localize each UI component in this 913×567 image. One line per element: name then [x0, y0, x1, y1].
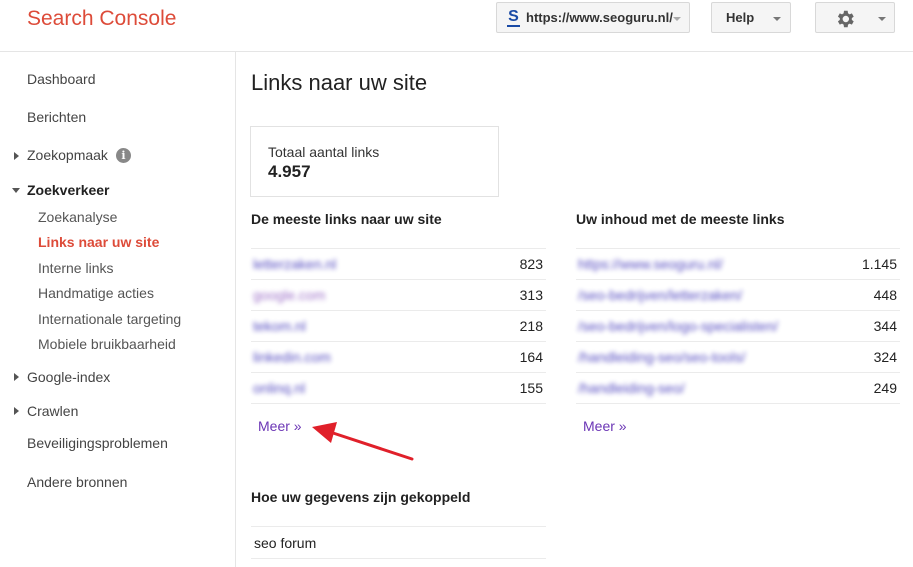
- sidebar-nav: Dashboard Berichten Zoekopmaak i Zoekverk…: [0, 52, 236, 567]
- domain-link[interactable]: tekom.nl: [253, 318, 306, 334]
- total-links-value: 4.957: [268, 162, 311, 181]
- table-row: letterzaken.nl 823: [251, 249, 546, 280]
- page-link[interactable]: https://www.seoguru.nl/: [578, 256, 723, 272]
- content-links-table: https://www.seoguru.nl/ 1.145 /seo-bedri…: [576, 248, 900, 404]
- sidebar-item-beveiligingsproblemen[interactable]: Beveiligingsproblemen: [27, 435, 168, 451]
- sidebar-item-zoekverkeer[interactable]: Zoekverkeer: [27, 182, 110, 198]
- link-count: 164: [519, 349, 543, 365]
- meer-link-domains[interactable]: Meer »: [258, 418, 302, 434]
- sidebar-item-crawlen[interactable]: Crawlen: [27, 403, 78, 419]
- sidebar-item-links-naar-uw-site[interactable]: Links naar uw site: [38, 234, 159, 250]
- page-link[interactable]: /handleiding-seo/seo-tools/: [578, 349, 745, 365]
- sidebar-item-berichten[interactable]: Berichten: [27, 109, 86, 125]
- expand-arrow-icon[interactable]: [14, 407, 19, 415]
- sidebar-item-zoekanalyse[interactable]: Zoekanalyse: [38, 209, 117, 225]
- sidebar-item-google-index[interactable]: Google-index: [27, 369, 110, 385]
- anchor-text: seo forum: [254, 535, 317, 551]
- top-bar: Search Console S https://www.seoguru.nl/…: [0, 0, 913, 52]
- chevron-down-icon: [878, 17, 886, 21]
- page-title: Links naar uw site: [251, 70, 428, 95]
- domain-link[interactable]: letterzaken.nl: [253, 256, 336, 272]
- table-row: tekom.nl 218: [251, 311, 546, 342]
- table-row: /seo-bedrijven/letterzaken/ 448: [576, 280, 900, 311]
- table-row: /seo-bedrijven/logo-specialisten/ 344: [576, 311, 900, 342]
- help-label: Help: [726, 10, 755, 25]
- total-links-card: Totaal aantal links 4.957: [250, 126, 499, 197]
- meer-link-content[interactable]: Meer »: [583, 418, 627, 434]
- link-count: 313: [519, 287, 543, 303]
- anchor-text-title: Hoe uw gegevens zijn gekoppeld: [251, 489, 471, 505]
- info-icon[interactable]: i: [115, 148, 131, 163]
- table-row: /handleiding-seo/ 249: [576, 373, 900, 404]
- link-count: 324: [873, 349, 897, 365]
- anchor-text-table: seo forum: [251, 526, 546, 559]
- page-link[interactable]: /seo-bedrijven/letterzaken/: [578, 287, 742, 303]
- help-button[interactable]: Help: [711, 2, 791, 33]
- table-row: seo forum: [251, 527, 546, 559]
- most-links-title: De meeste links naar uw site: [251, 211, 442, 227]
- sidebar-item-mobiele-bruikbaarheid[interactable]: Mobiele bruikbaarheid: [38, 336, 176, 352]
- link-count: 218: [519, 318, 543, 334]
- link-count: 823: [519, 256, 543, 272]
- site-favicon-icon: S: [507, 8, 520, 27]
- sidebar-item-internationale-targeting[interactable]: Internationale targeting: [38, 311, 181, 327]
- domain-link[interactable]: google.com: [253, 287, 325, 303]
- sidebar-item-interne-links[interactable]: Interne links: [38, 260, 113, 276]
- link-count: 344: [873, 318, 897, 334]
- link-count: 249: [873, 380, 897, 396]
- content-links-title: Uw inhoud met de meeste links: [576, 211, 785, 227]
- link-count: 155: [519, 380, 543, 396]
- site-url: https://www.seoguru.nl/: [526, 10, 673, 25]
- gear-icon: [837, 10, 854, 28]
- page-link[interactable]: /handleiding-seo/: [578, 380, 685, 396]
- expand-arrow-icon[interactable]: [14, 152, 19, 160]
- sidebar-item-andere-bronnen[interactable]: Andere bronnen: [27, 474, 127, 490]
- main-content: Links naar uw site Totaal aantal links 4…: [236, 52, 913, 567]
- table-row: google.com 313: [251, 280, 546, 311]
- domain-link[interactable]: onlinq.nl: [253, 380, 305, 396]
- link-count: 448: [873, 287, 897, 303]
- table-row: https://www.seoguru.nl/ 1.145: [576, 249, 900, 280]
- sidebar-item-zoekopmaak[interactable]: Zoekopmaak i: [27, 147, 131, 163]
- table-row: linkedin.com 164: [251, 342, 546, 373]
- link-count: 1.145: [861, 256, 897, 272]
- most-links-table: letterzaken.nl 823 google.com 313 tekom.…: [251, 248, 546, 404]
- chevron-down-icon: [773, 17, 781, 21]
- total-links-label: Totaal aantal links: [268, 144, 380, 160]
- collapse-arrow-icon[interactable]: [12, 188, 20, 193]
- sidebar-item-label: Zoekopmaak: [27, 147, 108, 163]
- expand-arrow-icon[interactable]: [14, 373, 19, 381]
- sidebar-item-handmatige-acties[interactable]: Handmatige acties: [38, 285, 154, 301]
- page-link[interactable]: /seo-bedrijven/logo-specialisten/: [578, 318, 778, 334]
- site-selector-button[interactable]: S https://www.seoguru.nl/: [496, 2, 690, 33]
- table-row: onlinq.nl 155: [251, 373, 546, 404]
- chevron-down-icon: [673, 17, 681, 21]
- app-logo[interactable]: Search Console: [27, 7, 176, 31]
- settings-button[interactable]: [815, 2, 895, 33]
- table-row: /handleiding-seo/seo-tools/ 324: [576, 342, 900, 373]
- sidebar-item-dashboard[interactable]: Dashboard: [27, 71, 96, 87]
- domain-link[interactable]: linkedin.com: [253, 349, 331, 365]
